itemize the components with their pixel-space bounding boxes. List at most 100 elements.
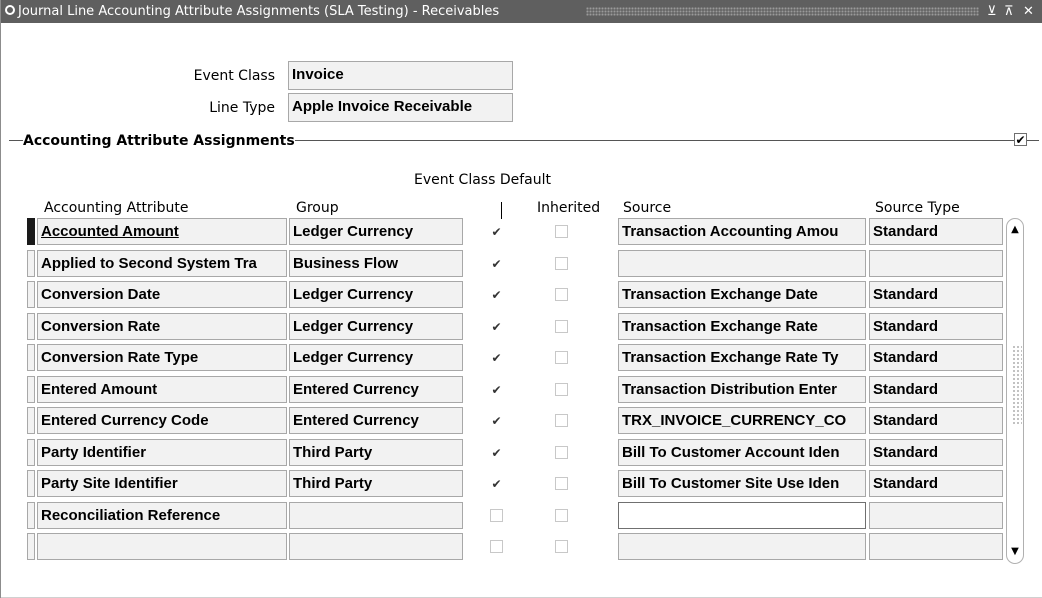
source-type-cell[interactable]: Standard	[869, 470, 1003, 497]
title-bar-grip[interactable]	[586, 7, 979, 16]
section-checkbox[interactable]: ✔	[1014, 133, 1027, 147]
source-cell[interactable]: Transaction Exchange Date	[618, 281, 866, 308]
row-indicator[interactable]	[27, 281, 35, 308]
row-indicator[interactable]	[27, 376, 35, 403]
attribute-cell-text: Party Identifier	[41, 444, 147, 461]
attribute-cell[interactable]	[37, 533, 287, 560]
attribute-cell[interactable]: Conversion Date	[37, 281, 287, 308]
default-checkbox[interactable]: ✔	[490, 477, 503, 491]
inherited-checkbox[interactable]	[555, 383, 568, 396]
attribute-cell[interactable]: Entered Amount	[37, 376, 287, 403]
default-checkbox[interactable]	[490, 509, 503, 522]
row-indicator[interactable]	[27, 313, 35, 340]
group-cell-text: Ledger Currency	[293, 286, 414, 303]
inherited-checkbox[interactable]	[555, 540, 568, 553]
source-cell-text: Transaction Exchange Rate	[622, 318, 818, 335]
source-type-cell[interactable]: Standard	[869, 313, 1003, 340]
source-cell[interactable]: Transaction Distribution Enter	[618, 376, 866, 403]
row-indicator[interactable]	[27, 407, 35, 434]
inherited-checkbox[interactable]	[555, 351, 568, 364]
attribute-cell[interactable]: Accounted Amount	[37, 218, 287, 245]
source-cell[interactable]: Transaction Exchange Rate Ty	[618, 344, 866, 371]
group-cell[interactable]: Ledger Currency	[289, 344, 463, 371]
inherited-checkbox[interactable]	[555, 446, 568, 459]
attribute-cell[interactable]: Party Identifier	[37, 439, 287, 466]
attribute-cell-text: Conversion Rate	[41, 318, 161, 335]
source-type-cell[interactable]: Standard	[869, 439, 1003, 466]
default-checkbox[interactable]	[490, 540, 503, 553]
default-checkbox[interactable]: ✔	[490, 414, 503, 428]
row-indicator[interactable]	[27, 250, 35, 277]
attribute-cell[interactable]: Conversion Rate	[37, 313, 287, 340]
minimize-icon[interactable]: ⊻	[987, 0, 997, 23]
inherited-checkbox[interactable]	[555, 225, 568, 238]
default-checkbox[interactable]: ✔	[490, 257, 503, 271]
attribute-cell[interactable]: Reconciliation Reference	[37, 502, 287, 529]
inherited-checkbox[interactable]	[555, 509, 568, 522]
source-cell[interactable]: TRX_INVOICE_CURRENCY_CO	[618, 407, 866, 434]
default-checkbox[interactable]: ✔	[490, 351, 503, 365]
group-cell[interactable]	[289, 502, 463, 529]
source-cell[interactable]	[618, 533, 866, 560]
window: Journal Line Accounting Attribute Assign…	[0, 0, 1042, 598]
inherited-checkbox[interactable]	[555, 288, 568, 301]
source-type-cell[interactable]	[869, 502, 1003, 529]
inherited-checkbox[interactable]	[555, 414, 568, 427]
line-type-field[interactable]: Apple Invoice Receivable	[288, 93, 513, 122]
attribute-cell[interactable]: Conversion Rate Type	[37, 344, 287, 371]
group-cell[interactable]: Entered Currency	[289, 376, 463, 403]
maximize-icon[interactable]: ⊼	[1004, 0, 1014, 23]
source-cell[interactable]: Transaction Accounting Amou	[618, 218, 866, 245]
source-type-cell[interactable]	[869, 250, 1003, 277]
title-bar[interactable]: Journal Line Accounting Attribute Assign…	[1, 0, 1042, 23]
group-cell-text: Ledger Currency	[293, 223, 414, 240]
source-type-cell[interactable]: Standard	[869, 344, 1003, 371]
source-type-cell[interactable]: Standard	[869, 218, 1003, 245]
group-cell[interactable]: Business Flow	[289, 250, 463, 277]
row-indicator[interactable]	[27, 533, 35, 560]
row-indicator[interactable]	[27, 218, 35, 245]
close-icon[interactable]: ✕	[1023, 0, 1034, 23]
group-cell[interactable]	[289, 533, 463, 560]
row-indicator[interactable]	[27, 344, 35, 371]
source-cell[interactable]	[618, 502, 866, 529]
inherited-checkbox[interactable]	[555, 477, 568, 490]
group-cell[interactable]: Ledger Currency	[289, 313, 463, 340]
source-type-cell[interactable]: Standard	[869, 407, 1003, 434]
row-indicator[interactable]	[27, 470, 35, 497]
scroll-up-icon[interactable]: ▲	[1007, 221, 1023, 239]
scroll-down-icon[interactable]: ▼	[1007, 543, 1023, 561]
default-checkbox[interactable]: ✔	[490, 288, 503, 302]
source-type-cell-text: Standard	[873, 444, 939, 461]
default-checkbox[interactable]: ✔	[490, 320, 503, 334]
source-cell[interactable]: Bill To Customer Site Use Iden	[618, 470, 866, 497]
section-title: Accounting Attribute Assignments	[23, 133, 295, 149]
group-cell[interactable]: Ledger Currency	[289, 218, 463, 245]
default-checkbox[interactable]: ✔	[490, 446, 503, 460]
group-cell[interactable]: Entered Currency	[289, 407, 463, 434]
inherited-checkbox[interactable]	[555, 257, 568, 270]
resize-grip[interactable]	[1012, 345, 1022, 425]
group-cell[interactable]: Ledger Currency	[289, 281, 463, 308]
source-cell[interactable]: Bill To Customer Account Iden	[618, 439, 866, 466]
attribute-cell[interactable]: Party Site Identifier	[37, 470, 287, 497]
default-checkbox[interactable]: ✔	[490, 225, 503, 239]
group-cell-text: Ledger Currency	[293, 318, 414, 335]
default-checkbox[interactable]: ✔	[490, 383, 503, 397]
attribute-cell[interactable]: Entered Currency Code	[37, 407, 287, 434]
row-indicator[interactable]	[27, 439, 35, 466]
group-cell[interactable]: Third Party	[289, 439, 463, 466]
row-indicator[interactable]	[27, 502, 35, 529]
group-cell[interactable]: Third Party	[289, 470, 463, 497]
source-cell[interactable]: Transaction Exchange Rate	[618, 313, 866, 340]
source-type-cell[interactable]: Standard	[869, 376, 1003, 403]
group-cell-text: Entered Currency	[293, 381, 419, 398]
inherited-checkbox[interactable]	[555, 320, 568, 333]
window-menu-icon[interactable]	[5, 5, 15, 15]
event-class-field[interactable]: Invoice	[288, 61, 513, 90]
event-class-label: Event Class	[193, 68, 275, 84]
source-cell[interactable]	[618, 250, 866, 277]
source-type-cell[interactable]: Standard	[869, 281, 1003, 308]
attribute-cell[interactable]: Applied to Second System Tra	[37, 250, 287, 277]
source-type-cell[interactable]	[869, 533, 1003, 560]
